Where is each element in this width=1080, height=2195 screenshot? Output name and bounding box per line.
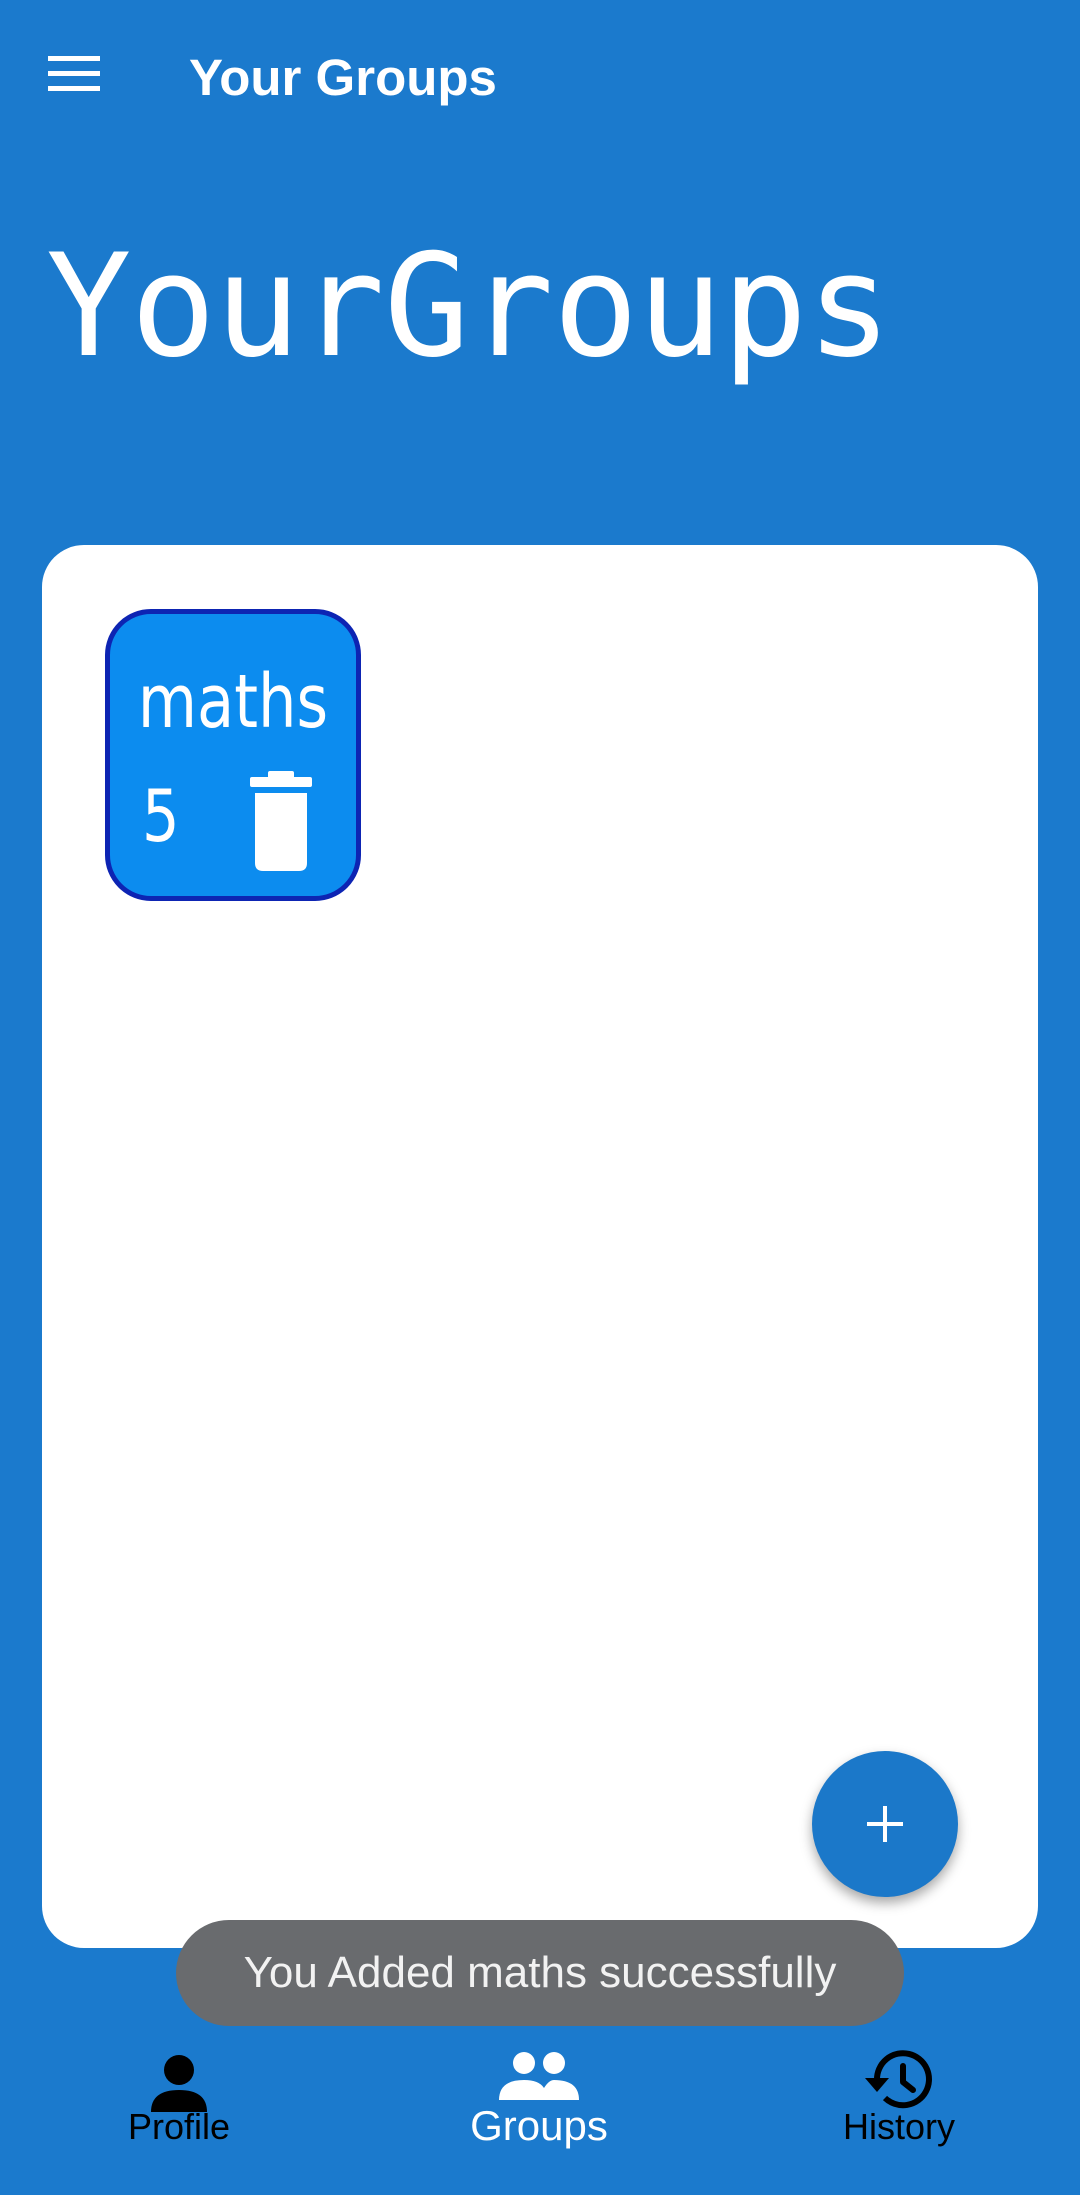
plus-icon	[867, 1806, 903, 1842]
nav-label-profile: Profile	[127, 2106, 231, 2147]
page-heading: YourGroups	[46, 224, 892, 389]
group-icon	[499, 2052, 579, 2100]
nav-item-profile[interactable]: Profile	[69, 2040, 289, 2195]
nav-item-history[interactable]: History	[789, 2040, 1009, 2195]
toast-message: You Added maths successfully	[176, 1920, 904, 2026]
bottom-navigation: Profile Groups History	[0, 2040, 1080, 2195]
top-app-bar: Your Groups	[0, 0, 1080, 158]
nav-item-groups[interactable]: Groups	[429, 2040, 649, 2195]
trash-icon	[250, 771, 312, 871]
hamburger-menu-icon	[48, 56, 100, 91]
nav-label-history: History	[842, 2106, 955, 2147]
delete-group-button[interactable]	[246, 771, 316, 871]
person-icon	[151, 2055, 207, 2112]
nav-label-groups: Groups	[470, 2102, 608, 2149]
group-tile-maths[interactable]: maths 5	[105, 609, 361, 901]
menu-button[interactable]	[30, 36, 118, 112]
history-icon	[865, 2050, 932, 2109]
group-name: maths	[137, 659, 329, 745]
add-group-button[interactable]	[812, 1751, 958, 1897]
app-bar-title: Your Groups	[189, 49, 497, 106]
group-member-count: 5	[142, 774, 180, 858]
